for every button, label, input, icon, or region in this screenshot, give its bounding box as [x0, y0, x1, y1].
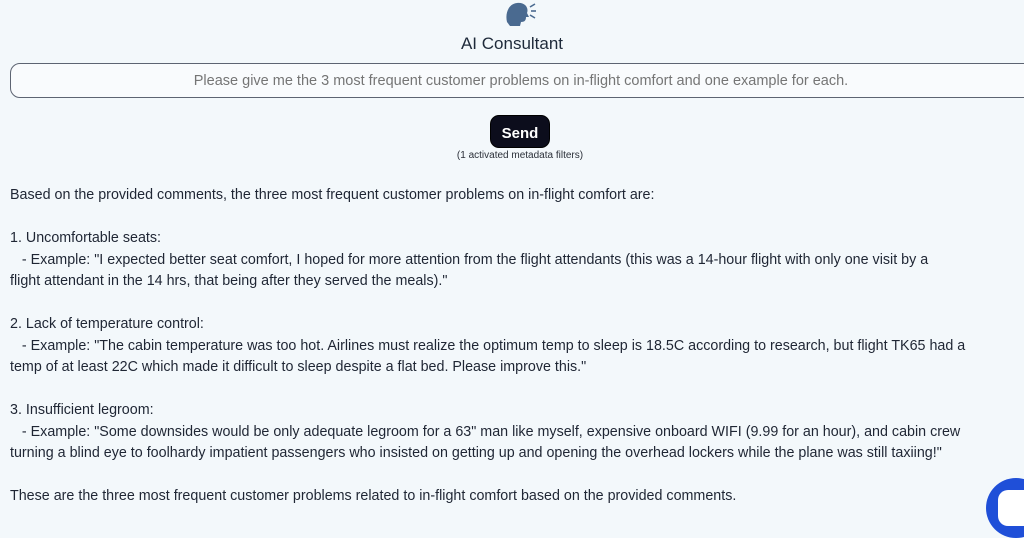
problem-example-cont: turning a blind eye to foolhardy impatie… [10, 445, 942, 461]
send-button[interactable]: Send [490, 115, 550, 148]
speaking-head-icon [506, 2, 536, 26]
problem-example-cont: temp of at least 22C which made it diffi… [10, 359, 587, 375]
problem-heading: 2. Lack of temperature control: [10, 316, 204, 332]
problem-example: - Example: "The cabin temperature was to… [10, 337, 966, 354]
question-input-container[interactable] [10, 63, 1024, 99]
problem-heading: 3. Insufficient legroom: [10, 402, 154, 418]
problem-example-cont: flight attendant in the 14 hrs, that bei… [10, 273, 448, 289]
chat-bubble-icon [998, 490, 1024, 526]
metadata-filters-note: (1 activated metadata filters) [456, 150, 584, 161]
answer-text: Based on the provided comments, the thre… [10, 185, 1024, 508]
app-title: AI Consultant [460, 34, 564, 53]
problem-example: - Example: "Some downsides would be only… [10, 423, 961, 440]
problem-heading: 1. Uncomfortable seats: [10, 230, 161, 246]
answer-intro: Based on the provided comments, the thre… [10, 187, 655, 203]
question-input[interactable] [11, 64, 1024, 99]
answer-conclusion: These are the three most frequent custom… [10, 488, 737, 504]
problem-example: - Example: "I expected better seat comfo… [10, 251, 929, 268]
